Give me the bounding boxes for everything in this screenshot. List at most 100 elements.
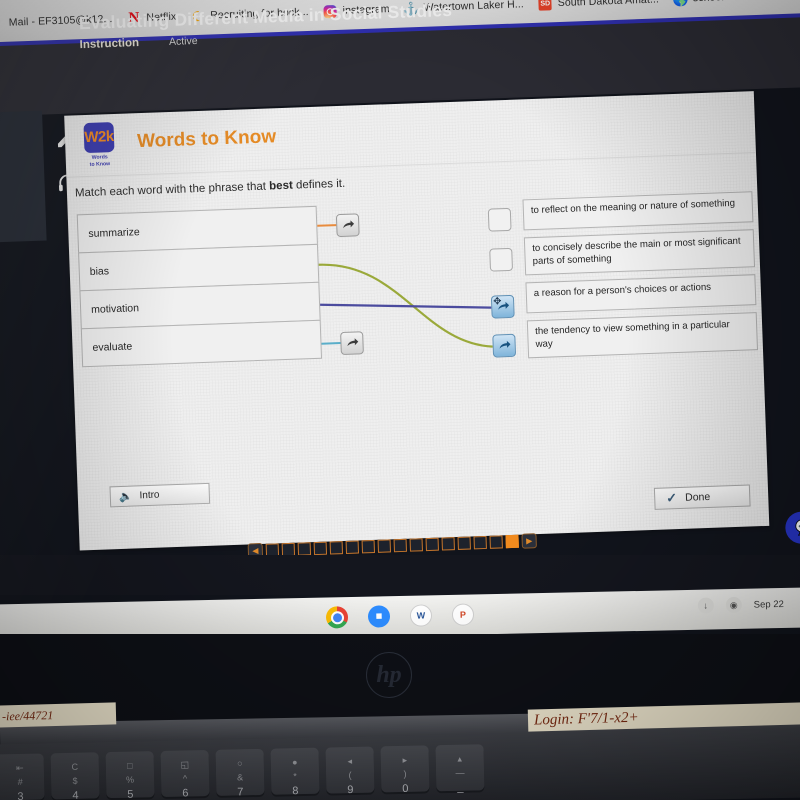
screen-bezel [0, 555, 800, 595]
key[interactable]: ▸) 0 [380, 745, 430, 795]
drop-handle-bias[interactable] [492, 333, 517, 358]
words-to-know-logo: W2k Words to Know [78, 122, 120, 169]
page-dot-current[interactable] [505, 534, 519, 549]
prompt-after: defines it. [292, 177, 346, 192]
move-cursor-icon: ✥ [492, 296, 502, 308]
key[interactable]: ○ & 7 [215, 748, 265, 799]
word-icon[interactable]: W [409, 604, 433, 627]
page-dot[interactable] [489, 535, 503, 549]
key-number: 3 [17, 790, 24, 800]
speaker-icon: 🔈 [118, 490, 133, 504]
page-dot[interactable] [457, 536, 471, 550]
powerpoint-icon[interactable]: P [451, 603, 475, 626]
page-dot[interactable] [393, 538, 407, 553]
intro-button[interactable]: 🔈 Intro [109, 482, 211, 508]
photo-of-laptop-screen: Mail - EF3105@k12... N Netflix ☾ Recruit… [0, 0, 800, 800]
word-label: summarize [88, 225, 140, 240]
zoom-glyph: ■ [375, 610, 383, 623]
definition-box-2[interactable]: to concisely describe the main or most s… [523, 229, 756, 276]
ppt-glyph: P [459, 609, 467, 620]
key-top: ◱ [180, 759, 190, 770]
definition-box-3[interactable]: a reason for a person's choices or actio… [525, 274, 757, 314]
sd-icon: SD [538, 0, 553, 11]
key-top: ● [291, 757, 298, 768]
bookmark-label: school [693, 0, 724, 4]
definition-column: to reflect on the meaning or nature of s… [522, 191, 759, 365]
key-top: C [71, 761, 79, 772]
done-label: Done [684, 490, 711, 504]
drag-handle-summarize[interactable] [335, 213, 360, 238]
chat-bubble-icon[interactable]: 💬 [784, 510, 800, 545]
page-dot[interactable] [329, 541, 344, 555]
definition-box-4[interactable]: the tendency to view something in a part… [526, 312, 759, 359]
tool-rail [0, 110, 47, 244]
card-title: Words to Know [136, 126, 277, 153]
key-symbol: ( [348, 769, 352, 780]
zoom-icon[interactable]: ■ [367, 605, 391, 628]
key[interactable]: C $4 [50, 752, 100, 800]
chrome-icon[interactable] [325, 606, 349, 629]
bookmark-school[interactable]: 🌎 school [672, 0, 724, 6]
key-symbol: — [455, 767, 465, 778]
status-icon[interactable]: ◉ [725, 596, 742, 614]
drop-slot-2[interactable] [489, 247, 514, 272]
instruction-text: Match each word with the phrase that bes… [75, 178, 346, 200]
key-number: 0 [402, 782, 409, 795]
key-number: 5 [127, 788, 134, 800]
word-label: motivation [90, 301, 140, 316]
triangle-right-icon[interactable]: ▶ [521, 533, 537, 549]
key[interactable]: ◂ (9 [325, 746, 375, 797]
key[interactable]: ⇤ #3 [0, 753, 45, 800]
key-number: 4 [72, 789, 79, 800]
key-top: ⇤ [15, 762, 24, 774]
page-dot[interactable] [425, 537, 439, 552]
logo-badge: W2k [83, 122, 115, 154]
key-number: 9 [347, 783, 354, 797]
key[interactable]: ● * 8 [270, 747, 320, 798]
key-number: 7 [237, 786, 244, 799]
prompt-emphasis: best [268, 179, 294, 193]
page-dot[interactable] [297, 542, 312, 556]
page-dot[interactable] [473, 535, 487, 550]
key-symbol: ) [403, 768, 407, 779]
page-dot[interactable] [313, 541, 328, 556]
page-dot[interactable] [377, 539, 392, 553]
drag-handle-evaluate[interactable] [340, 331, 364, 356]
logo-caption-2: to Know [89, 161, 111, 168]
key-symbol: * [293, 770, 297, 781]
tab-active[interactable]: Active [169, 35, 198, 48]
key[interactable]: □% 5 [105, 751, 155, 800]
key-symbol: ^ [182, 772, 188, 784]
key-number: _ [457, 781, 464, 794]
clock-date[interactable]: Sep 22 [754, 598, 784, 610]
bookmark-south-dakota[interactable]: SD South Dakota Amat... [538, 0, 660, 11]
key-number: 8 [292, 785, 299, 798]
done-button[interactable]: ✓ Done [653, 484, 751, 510]
key-number: 6 [182, 787, 189, 800]
check-icon: ✓ [665, 490, 678, 506]
drop-slot-1[interactable] [487, 207, 512, 232]
download-icon[interactable]: ↓ [697, 597, 714, 614]
key-top: ◂ [347, 756, 353, 767]
drop-handle-motivation[interactable]: ✥ [490, 294, 515, 319]
laptop-screen: Mail - EF3105@k12... N Netflix ☾ Recruit… [0, 0, 800, 600]
word-label: bias [89, 264, 110, 278]
word-column: summarize bias motivation evaluate [76, 205, 323, 368]
word-box-evaluate[interactable]: evaluate [80, 319, 323, 368]
tab-instruction[interactable]: Instruction [79, 37, 139, 51]
key-top: ▸ [402, 754, 408, 765]
key-symbol: # [17, 776, 23, 787]
key-symbol: % [125, 774, 135, 785]
page-dot[interactable] [361, 539, 376, 554]
page-dot[interactable] [441, 537, 455, 551]
page-dot[interactable] [345, 540, 360, 554]
sticker-left: -iee/44721 [0, 702, 117, 728]
key[interactable]: ▴ — _ [435, 744, 485, 794]
key-symbol: $ [72, 775, 78, 786]
key[interactable]: ◱ ^ 6 [160, 750, 210, 800]
definition-box-1[interactable]: to reflect on the meaning or nature of s… [522, 191, 754, 231]
matching-area: summarize bias motivation evaluate ✥ to … [68, 191, 764, 406]
prompt-before: Match each word with the phrase that [74, 180, 270, 200]
page-dot[interactable] [409, 538, 423, 552]
hp-logo: hp [366, 652, 412, 698]
